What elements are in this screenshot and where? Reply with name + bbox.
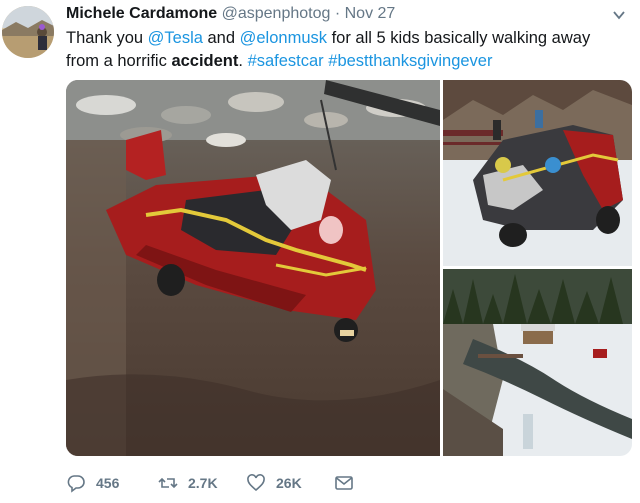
chevron-down-icon[interactable] — [612, 8, 626, 22]
header-separator: · — [330, 5, 345, 22]
photo-car-wreck-closeup[interactable] — [443, 80, 632, 266]
mail-icon — [335, 476, 353, 490]
like-count: 26K — [276, 475, 302, 491]
text-segment: Thank you — [66, 29, 148, 47]
hashtag-bestthanksgivingever[interactable]: #bestthanksgivingever — [328, 52, 492, 70]
reply-icon — [67, 475, 85, 493]
like-button[interactable]: 26K — [246, 470, 302, 496]
timestamp[interactable]: Nov 27 — [345, 5, 396, 22]
tweet-text: Thank you @Tesla and @elonmusk for all 5… — [66, 27, 626, 73]
text-segment: and — [202, 29, 240, 47]
author-name[interactable]: Michele Cardamone — [66, 5, 217, 22]
retweet-icon — [158, 477, 178, 489]
tweet: Michele Cardamone @aspenphotog · Nov 27 … — [0, 0, 640, 503]
bold-keyword: accident — [171, 52, 239, 70]
photo-aerial-creek-scene[interactable] — [443, 269, 632, 456]
media-grid — [66, 80, 632, 456]
reply-button[interactable]: 456 — [66, 470, 119, 496]
author-handle[interactable]: @aspenphotog — [222, 5, 331, 22]
hashtag-safestcar[interactable]: #safestcar — [248, 52, 324, 70]
tweet-header: Michele Cardamone @aspenphotog · Nov 27 — [66, 4, 395, 24]
mention-elonmusk[interactable]: @elonmusk — [240, 29, 327, 47]
mention-tesla[interactable]: @Tesla — [148, 29, 203, 47]
heart-icon — [247, 474, 265, 492]
tweet-actions: 456 2.7K 26K — [66, 470, 466, 496]
retweet-count: 2.7K — [188, 475, 218, 491]
reply-count: 456 — [96, 475, 120, 491]
direct-message-button[interactable] — [334, 470, 364, 496]
text-segment: . — [238, 52, 248, 70]
avatar[interactable] — [2, 6, 54, 58]
photo-crashed-car-in-creek[interactable] — [66, 80, 440, 456]
retweet-button[interactable]: 2.7K — [158, 470, 218, 496]
